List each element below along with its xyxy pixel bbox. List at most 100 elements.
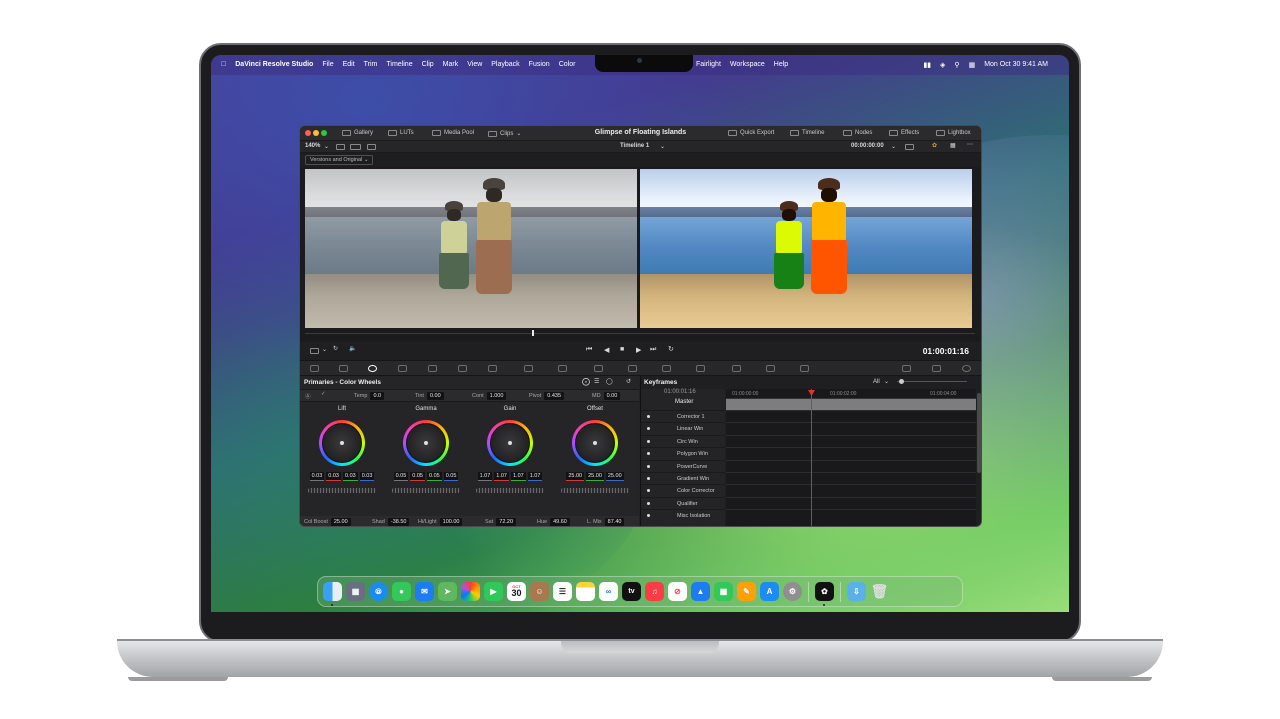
col-boost-field[interactable]: Col Boost 25.00 xyxy=(304,518,351,526)
control-center-icon[interactable]: ▦ xyxy=(969,61,976,69)
fullscreen-icon[interactable]: ▦ xyxy=(950,142,956,149)
reverse-icon[interactable]: ◀ xyxy=(604,346,609,354)
wheel-value-red[interactable]: 0.03 xyxy=(326,472,341,481)
tint-value[interactable]: 0.00 xyxy=(426,392,444,400)
contrast-value[interactable]: 1.000 xyxy=(486,392,507,400)
wifi-icon[interactable]: ◈ xyxy=(940,61,945,69)
menu-help[interactable]: Help xyxy=(774,61,788,68)
wheel-value-green[interactable]: 0.03 xyxy=(343,472,358,481)
key-icon[interactable] xyxy=(732,365,741,372)
menu-timeline[interactable]: Timeline xyxy=(386,61,412,68)
menu-view[interactable]: View xyxy=(467,61,482,68)
hue-field[interactable]: Hue 49.60 xyxy=(537,518,570,526)
3d-icon[interactable] xyxy=(800,365,809,372)
keyframe-timeline[interactable]: 01:00:00:00 01:00:02:00 01:00:04:00 xyxy=(726,389,976,526)
menu-clip[interactable]: Clip xyxy=(422,61,434,68)
downloads-folder-icon[interactable]: ⇩ xyxy=(847,582,866,601)
menu-playback[interactable]: Playback xyxy=(491,61,519,68)
audio-track-icon[interactable] xyxy=(310,348,319,354)
loop-icon[interactable]: ↻ xyxy=(333,345,338,352)
wheel-puck[interactable] xyxy=(424,441,428,445)
auto-balance-icon[interactable]: Ⓐ xyxy=(305,392,311,400)
timeline-button[interactable]: Timeline xyxy=(790,130,824,136)
split-screen-icon[interactable] xyxy=(350,144,361,150)
lum-mix-field[interactable]: L. Mix 87.40 xyxy=(587,518,625,526)
window-icon[interactable] xyxy=(594,365,603,372)
reminders-icon[interactable]: ☰ xyxy=(553,582,572,601)
rgb-mixer-icon[interactable] xyxy=(428,365,437,372)
finder-icon[interactable] xyxy=(323,582,342,601)
wheel-value-green[interactable]: 0.05 xyxy=(427,472,442,481)
safari-icon[interactable]: ⦾ xyxy=(369,582,388,601)
hilight-value[interactable]: 100.00 xyxy=(439,518,463,526)
scrubber-handle[interactable] xyxy=(532,330,534,336)
play-icon[interactable]: ▶ xyxy=(636,346,641,354)
search-icon[interactable]: ⚲ xyxy=(954,61,959,69)
zoom-level[interactable]: 140% xyxy=(305,143,320,149)
master-track[interactable]: Master xyxy=(675,399,693,405)
pivot-value[interactable]: 0.435 xyxy=(544,392,564,400)
col-boost-value[interactable]: 25.00 xyxy=(330,518,351,526)
notes-icon[interactable] xyxy=(576,582,595,601)
keynote-icon[interactable]: ▲ xyxy=(691,582,710,601)
hue-value[interactable]: 49.60 xyxy=(550,518,570,526)
master-wheel-slider[interactable] xyxy=(392,488,460,493)
lum-mix-value[interactable]: 87.40 xyxy=(604,518,625,526)
bars-mode-icon[interactable]: ☰ xyxy=(594,378,599,385)
scopes-icon[interactable] xyxy=(932,365,941,372)
menu-edit[interactable]: Edit xyxy=(343,61,355,68)
motion-effects-icon[interactable] xyxy=(458,365,467,372)
versions-dropdown[interactable]: Versions and Original ⌄ xyxy=(305,155,374,165)
blur-icon[interactable] xyxy=(696,365,705,372)
list-item[interactable]: Linear Win xyxy=(641,422,725,434)
menu-color[interactable]: Color xyxy=(559,61,576,68)
more-options-icon[interactable]: ⋯ xyxy=(967,141,973,148)
lift-wheel[interactable]: Lift 0.03 0.03 0.03 0.03 xyxy=(303,406,381,524)
calendar-icon[interactable]: OCT 30 xyxy=(507,582,526,601)
wheel-puck[interactable] xyxy=(508,441,512,445)
list-item[interactable]: Color Corrector xyxy=(641,484,725,496)
battery-icon[interactable]: ▮▮ xyxy=(923,61,931,69)
log-mode-icon[interactable]: ◯ xyxy=(606,378,613,385)
list-item[interactable]: Misc Isolation xyxy=(641,509,725,521)
keyframe-playhead[interactable] xyxy=(811,389,812,526)
menu-workspace[interactable]: Workspace xyxy=(730,61,765,68)
gamma-wheel[interactable]: Gamma 0.05 0.05 0.05 0.05 xyxy=(387,406,465,524)
apple-icon[interactable]:  xyxy=(221,61,226,68)
keyframe-zoom-slider[interactable] xyxy=(897,381,967,382)
wheel-puck[interactable] xyxy=(340,441,344,445)
timeline-selector[interactable]: Timeline 1 xyxy=(620,143,649,149)
list-item[interactable]: Qualifier xyxy=(641,496,725,509)
temp-value[interactable]: 0.0 xyxy=(370,392,385,400)
reset-all-icon[interactable]: ⨀ xyxy=(582,377,590,386)
wheel-value-red[interactable]: 25.00 xyxy=(566,472,585,481)
menu-app-name[interactable]: DaVinci Resolve Studio xyxy=(235,61,313,68)
contacts-icon[interactable]: ☺ xyxy=(530,582,549,601)
timecode-display[interactable]: 00:00:00:00 xyxy=(851,143,884,149)
messages-icon[interactable]: ● xyxy=(392,582,411,601)
color-picker-icon[interactable]: ✿ xyxy=(932,142,937,149)
shadows-field[interactable]: Shad -38.50 xyxy=(372,518,410,526)
menu-file[interactable]: File xyxy=(322,61,333,68)
list-item[interactable]: Corrector 1 xyxy=(641,410,725,422)
contrast-field[interactable]: Cont 1.000 xyxy=(472,392,507,400)
wheel-value-blue[interactable]: 25.00 xyxy=(605,472,624,481)
launchpad-icon[interactable]: ▦ xyxy=(346,582,365,601)
skip-to-end-icon[interactable]: ⏭ xyxy=(650,346,656,354)
news-icon[interactable]: ⊘ xyxy=(668,582,687,601)
cinema-icon[interactable] xyxy=(367,144,376,150)
quick-export-button[interactable]: Quick Export xyxy=(728,130,774,136)
temp-field[interactable]: Temp 0.0 xyxy=(354,392,385,400)
list-item[interactable]: Circ Win xyxy=(641,434,725,447)
menu-clock[interactable]: Mon Oct 30 9:41 AM xyxy=(984,61,1048,69)
scrubber-bar[interactable] xyxy=(305,333,975,334)
wheel-value-green[interactable]: 25.00 xyxy=(586,472,604,481)
mail-icon[interactable]: ✉ xyxy=(415,582,434,601)
maps-icon[interactable]: ➤ xyxy=(438,582,457,601)
wheel-value[interactable]: 0.03 xyxy=(309,472,325,481)
camera-raw-icon[interactable] xyxy=(310,365,319,372)
list-item[interactable]: Polygon Win xyxy=(641,447,725,459)
wheel-value[interactable]: 0.05 xyxy=(393,472,409,481)
hdr-wheels-icon[interactable] xyxy=(398,365,407,372)
tracker-icon[interactable] xyxy=(628,365,637,372)
